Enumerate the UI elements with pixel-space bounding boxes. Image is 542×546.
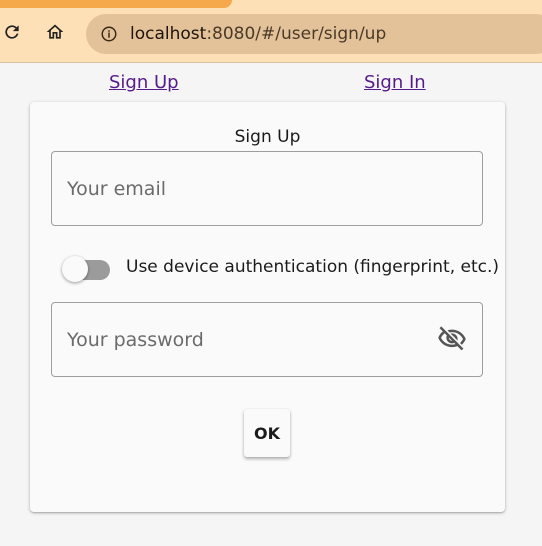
url-host: localhost bbox=[130, 24, 207, 44]
sign-in-link[interactable]: Sign In bbox=[364, 72, 426, 93]
home-button[interactable] bbox=[41, 20, 69, 48]
reload-button[interactable] bbox=[0, 20, 26, 48]
ok-button[interactable]: OK bbox=[244, 409, 290, 457]
info-icon[interactable] bbox=[100, 25, 118, 43]
sign-up-card: Sign Up Use device authentication (finge… bbox=[30, 102, 505, 512]
password-input[interactable] bbox=[52, 319, 412, 360]
switch-thumb[interactable] bbox=[62, 256, 88, 282]
browser-toolbar: localhost:8080/#/user/sign/up bbox=[0, 0, 542, 62]
reload-icon bbox=[2, 22, 22, 47]
home-icon bbox=[45, 22, 65, 47]
url-text[interactable]: localhost:8080/#/user/sign/up bbox=[130, 24, 386, 44]
password-field[interactable] bbox=[51, 302, 483, 377]
active-tab-strip[interactable] bbox=[0, 0, 232, 8]
url-path: :8080/#/user/sign/up bbox=[206, 24, 387, 44]
device-auth-label: Use device authentication (fingerprint, … bbox=[126, 257, 500, 277]
visibility-off-icon bbox=[437, 324, 467, 359]
email-field[interactable] bbox=[51, 151, 483, 226]
device-auth-row: Use device authentication (fingerprint, … bbox=[62, 253, 500, 282]
device-auth-switch[interactable] bbox=[62, 254, 110, 282]
toggle-password-visibility-button[interactable] bbox=[436, 325, 468, 355]
email-input[interactable] bbox=[52, 168, 412, 209]
form-title: Sign Up bbox=[234, 127, 301, 147]
toolbar-divider bbox=[0, 62, 542, 63]
sign-up-link[interactable]: Sign Up bbox=[109, 72, 179, 93]
address-bar[interactable]: localhost:8080/#/user/sign/up bbox=[86, 14, 542, 54]
